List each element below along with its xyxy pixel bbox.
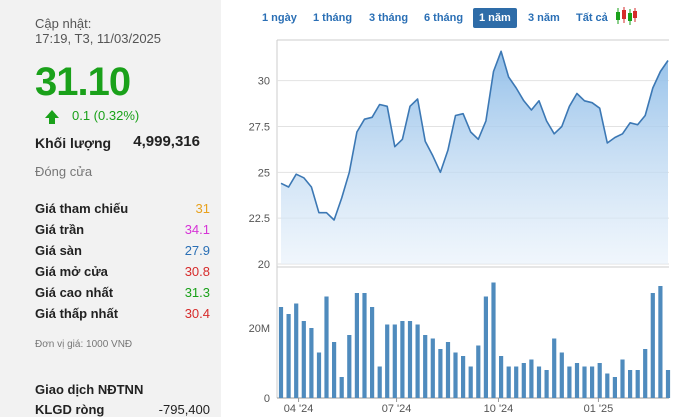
volume-bar [278, 307, 284, 398]
x-tick-label: 04 '24 [284, 403, 314, 415]
volume-bar [650, 293, 655, 398]
volume-bar [590, 366, 595, 398]
volume-bar [582, 366, 587, 398]
x-tick-label: 01 '25 [584, 403, 614, 415]
volume-bar [605, 373, 610, 398]
volume-bar [445, 342, 451, 398]
volume-bar [574, 363, 580, 398]
volume-bar [286, 314, 291, 398]
volume-bar [332, 342, 337, 398]
price-y-tick-label: 20 [258, 259, 270, 271]
price-y-tick-label: 30 [258, 76, 270, 88]
volume-bar [354, 293, 359, 398]
volume-bar [620, 359, 625, 398]
price-volume-chart: 20 22.5 25 27.5 30 0 20M 04 '24 07 '24 10 '24 01 '… [249, 39, 671, 415]
volume-bar [377, 366, 382, 398]
volume-bar [643, 349, 648, 398]
volume-bar [628, 370, 633, 398]
volume-y-tick-label: 0 [264, 393, 270, 405]
volume-bar [476, 345, 481, 398]
volume-bar [362, 293, 367, 398]
volume-bar [658, 286, 663, 398]
volume-bar [461, 356, 466, 398]
volume-bar [347, 335, 352, 398]
price-y-tick-label: 22.5 [249, 213, 270, 225]
volume-bar [453, 352, 458, 398]
volume-bar [430, 338, 435, 398]
volume-bar [423, 335, 428, 398]
volume-bar [665, 370, 671, 398]
volume-bar [559, 352, 564, 398]
volume-bar [597, 363, 602, 398]
x-tick-label: 10 '24 [484, 403, 514, 415]
volume-bar [407, 321, 413, 398]
volume-bar [536, 366, 542, 398]
volume-bar [294, 303, 299, 398]
volume-bar [544, 370, 549, 398]
price-y-tick-label: 25 [258, 167, 270, 179]
price-y-tick-label: 27.5 [249, 122, 270, 134]
volume-bar [567, 366, 572, 398]
volume-bar [415, 324, 420, 398]
volume-bar [483, 296, 488, 398]
volume-bar [309, 328, 314, 398]
volume-bar [521, 363, 526, 398]
volume-bar [301, 321, 306, 398]
volume-bar [499, 356, 504, 398]
volume-bar [552, 338, 557, 398]
volume-bar [491, 282, 496, 398]
volume-y-tick-label: 20M [249, 323, 270, 335]
volume-bar [612, 377, 617, 398]
volume-bar [400, 321, 405, 398]
x-tick-label: 07 '24 [382, 403, 412, 415]
price-area [281, 51, 668, 264]
volume-bar [468, 366, 473, 398]
volume-bar [392, 324, 397, 398]
volume-bar [529, 359, 534, 398]
volume-bar [339, 377, 344, 398]
volume-bar [385, 324, 390, 398]
volume-bar [506, 366, 511, 398]
volume-bar [316, 352, 322, 398]
volume-bar [370, 307, 375, 398]
volume-bar [324, 296, 329, 398]
volume-bar [514, 366, 519, 398]
volume-bar [438, 349, 443, 398]
volume-bar [635, 370, 640, 398]
